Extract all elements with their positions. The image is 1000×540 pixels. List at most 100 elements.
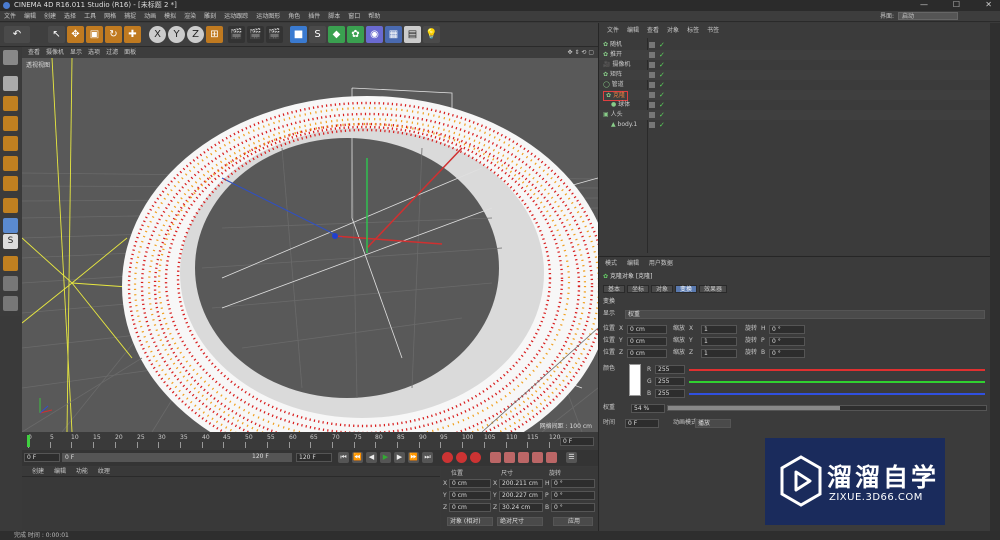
snap-button[interactable]: S [3, 234, 18, 249]
anim-mode-select[interactable]: 播放 [695, 419, 731, 428]
end-frame-field[interactable]: 120 F [296, 453, 332, 462]
record-button[interactable] [442, 452, 453, 463]
rgb-value-field[interactable]: 255 [655, 365, 685, 374]
enabled-check-icon[interactable]: ✓ [659, 70, 665, 80]
viewport-nav-icons[interactable]: ✥ ⇕ ⟲ ▢ [568, 47, 594, 58]
model-mode-button[interactable] [3, 76, 18, 91]
lock-axis-button[interactable] [3, 256, 18, 271]
rot-field[interactable]: 0 ° [769, 349, 805, 358]
prev-key-button[interactable]: ⏪ [352, 452, 363, 463]
enabled-check-icon[interactable]: ✓ [659, 60, 665, 70]
render-view-button[interactable]: 🎬 [228, 26, 245, 43]
attr-menu-item[interactable]: 模式 [605, 260, 617, 267]
coord-system-button[interactable]: ⊞ [206, 26, 223, 43]
menu-item[interactable]: 文件 [4, 13, 16, 20]
time-field[interactable]: 0 F [625, 419, 659, 428]
environment-button[interactable]: ▤ [404, 26, 421, 43]
render-picture-button[interactable]: 🎬 [247, 26, 264, 43]
visibility-toggle[interactable] [649, 62, 655, 68]
texture-mode-button[interactable] [3, 96, 18, 111]
attr-tab[interactable]: 变换 [675, 285, 698, 293]
select-tool-button[interactable]: ↖ [48, 26, 65, 43]
object-menu-item[interactable]: 文件 [607, 27, 619, 34]
material-menu-item[interactable]: 创建 [32, 468, 44, 475]
object-row[interactable]: ✿ 矩阵 ✓ [599, 70, 991, 80]
object-name[interactable]: ▲ body.1 [611, 120, 637, 130]
enabled-check-icon[interactable]: ✓ [659, 100, 665, 110]
minimize-icon[interactable]: — [920, 0, 928, 10]
object-menu-item[interactable]: 编辑 [627, 27, 639, 34]
render-settings-button[interactable]: 🎬 [266, 26, 283, 43]
timeline[interactable]: 0510152025303540455055606570758085909510… [22, 433, 598, 449]
object-row[interactable]: ✿ 克隆 ✓ [599, 90, 991, 101]
menu-item[interactable]: 插件 [308, 13, 320, 20]
object-row[interactable]: ✿ 随机 ✓ [599, 40, 991, 50]
prev-frame-button[interactable]: ◀ [366, 452, 377, 463]
viewport-menu-item[interactable]: 查看 [28, 49, 40, 56]
grid-button[interactable] [3, 276, 18, 291]
viewport-3d[interactable]: 透视视图 网格间距 : 100 cm [22, 58, 598, 432]
coord-size-field[interactable]: 200.227 cm [499, 491, 543, 500]
material-menu-item[interactable]: 纹理 [98, 468, 110, 475]
scale-field[interactable]: 1 [701, 349, 737, 358]
keyframe-selection-button[interactable] [470, 452, 481, 463]
key-scale-button[interactable] [504, 452, 515, 463]
coord-mode-select[interactable]: 对象 (相对) [447, 517, 493, 526]
coord-rot-field[interactable]: 0 ° [551, 503, 595, 512]
pos-field[interactable]: 0 cm [627, 337, 667, 346]
object-name[interactable]: 🎥 摄像机 [603, 60, 630, 70]
deformer-button[interactable]: ◉ [366, 26, 383, 43]
light-button[interactable]: 💡 [423, 26, 440, 43]
auto-key-button[interactable] [456, 452, 467, 463]
nurbs-button[interactable]: ◆ [328, 26, 345, 43]
viewport-menu-item[interactable]: 面板 [124, 49, 136, 56]
workplane-button[interactable] [3, 116, 18, 131]
visibility-toggle[interactable] [649, 102, 655, 108]
weight-field[interactable]: 54 % [631, 404, 665, 413]
attr-tab[interactable]: 基本 [603, 285, 626, 293]
scale-tool-button[interactable]: ▣ [86, 26, 103, 43]
pos-field[interactable]: 0 cm [627, 349, 667, 358]
menu-item[interactable]: 选择 [64, 13, 76, 20]
y-axis-button[interactable]: Y [168, 26, 185, 43]
recent-tool-button[interactable]: ✚ [124, 26, 141, 43]
visibility-toggle[interactable] [649, 72, 655, 78]
scene-button[interactable]: ▦ [385, 26, 402, 43]
material-manager[interactable]: 创建 编辑 功能 纹理 [22, 467, 440, 530]
points-mode-button[interactable] [3, 136, 18, 151]
timeline-menu-button[interactable]: ☰ [566, 452, 577, 463]
menu-item[interactable]: 运动跟踪 [224, 13, 248, 20]
menu-item[interactable]: 窗口 [348, 13, 360, 20]
menu-item[interactable]: 雕刻 [204, 13, 216, 20]
enabled-check-icon[interactable]: ✓ [659, 50, 665, 60]
visibility-toggle[interactable] [649, 52, 655, 58]
menu-item[interactable]: 脚本 [328, 13, 340, 20]
display-select[interactable]: 权重 [625, 310, 985, 319]
scale-field[interactable]: 1 [701, 337, 737, 346]
object-row[interactable]: ✿ 推开 ✓ [599, 50, 991, 60]
key-param-button[interactable] [532, 452, 543, 463]
make-editable-button[interactable] [3, 50, 18, 65]
z-axis-button[interactable]: Z [187, 26, 204, 43]
menu-item[interactable]: 帮助 [368, 13, 380, 20]
cube-button[interactable]: ■ [290, 26, 307, 43]
enabled-check-icon[interactable]: ✓ [659, 120, 665, 130]
goto-end-button[interactable]: ⏭ [422, 452, 433, 463]
close-icon[interactable]: ✕ [985, 0, 992, 10]
attr-menu-item[interactable]: 编辑 [627, 260, 639, 267]
axis-mode-button[interactable] [3, 198, 18, 213]
coord-size-field[interactable]: 200.211 cm [499, 479, 543, 488]
object-name[interactable]: ◯ 管道 [603, 80, 624, 90]
menu-item[interactable]: 运动图形 [256, 13, 280, 20]
coord-apply-button[interactable]: 应用 [553, 517, 593, 526]
rgb-slider[interactable] [689, 369, 985, 371]
attr-tab[interactable]: 坐标 [627, 285, 650, 293]
layout-select[interactable]: 启动 [898, 12, 958, 20]
tweak-mode-button[interactable] [3, 218, 18, 233]
menu-item[interactable]: 捕捉 [124, 13, 136, 20]
edges-mode-button[interactable] [3, 156, 18, 171]
object-name[interactable]: ✿ 矩阵 [603, 70, 622, 80]
attr-tab[interactable]: 对象 [651, 285, 674, 293]
viewport-menu-item[interactable]: 显示 [70, 49, 82, 56]
object-row[interactable]: ◯ 管道 ✓ [599, 80, 991, 90]
